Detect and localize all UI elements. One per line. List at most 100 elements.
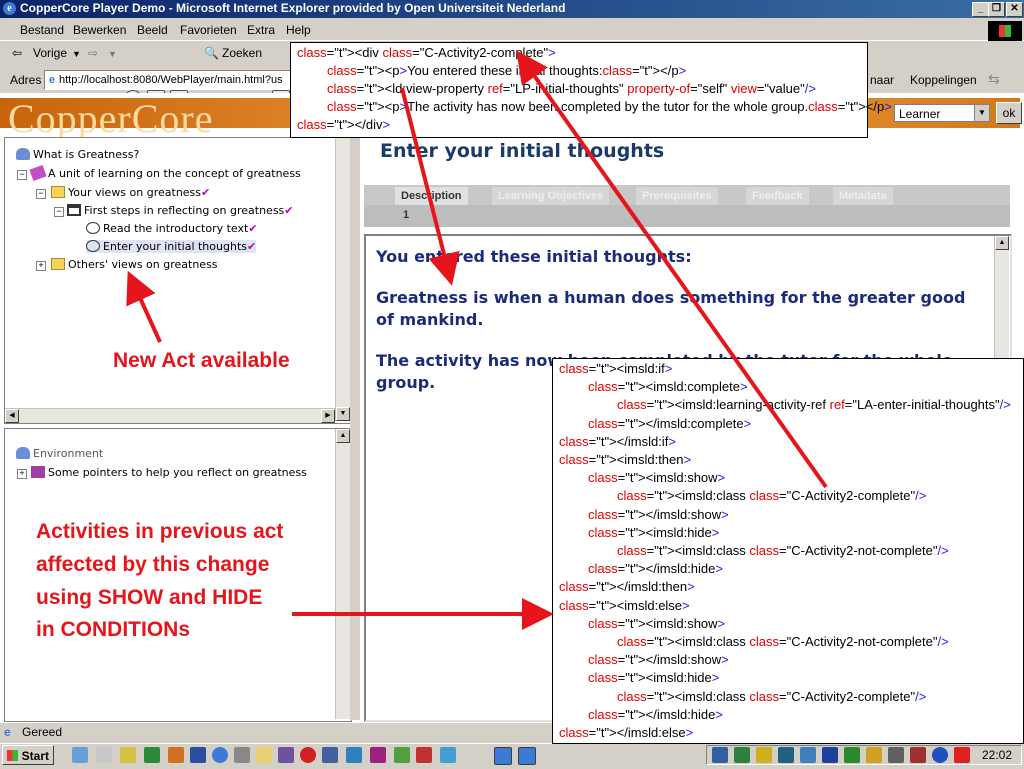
tree-item-unit[interactable]: A unit of learning on the concept of gre… — [29, 164, 301, 182]
tab-prerequisites[interactable]: Prerequisites — [636, 187, 718, 205]
tray-language-icon[interactable] — [844, 747, 860, 763]
back-arrow-icon[interactable]: ⇦ — [12, 46, 22, 60]
quicklaunch-app-icon[interactable] — [120, 747, 136, 763]
quicklaunch-app8-icon[interactable] — [440, 747, 456, 763]
forward-button-icon[interactable]: ⇨ — [88, 46, 98, 60]
quicklaunch-excel-icon[interactable] — [144, 747, 160, 763]
tree-item-act2[interactable]: Others' views on greatness — [51, 258, 218, 271]
links-expand-icon[interactable]: ⇆ — [988, 71, 1000, 88]
quicklaunch-app6-icon[interactable] — [394, 747, 410, 763]
code-line: class="t"></imsld:hide> — [588, 561, 723, 577]
menu-extra[interactable]: Extra — [247, 23, 275, 37]
tab-description[interactable]: Description — [395, 187, 468, 205]
activity-tree-panel: ▼ ◀ ▶ — [4, 137, 352, 424]
task-ie-window2-icon[interactable] — [518, 747, 536, 765]
tree-item-root[interactable]: What is Greatness? — [16, 148, 139, 161]
tab-learning-objectives[interactable]: Learning Objectives — [492, 187, 610, 205]
tree-item-read-text[interactable]: Read the introductory text✔ — [86, 222, 258, 235]
search-icon[interactable]: 🔍 — [204, 46, 219, 60]
environment-item-label: Some pointers to help you reflect on gre… — [48, 466, 307, 479]
annotation-new-act: New Act available — [113, 349, 290, 372]
tray-app6-icon[interactable] — [910, 747, 926, 763]
tray-app7-icon[interactable] — [932, 747, 948, 763]
tray-app-icon[interactable] — [734, 747, 750, 763]
back-dropdown-icon[interactable]: ▼ — [72, 49, 81, 59]
tray-app2-icon[interactable] — [800, 747, 816, 763]
tray-app5-icon[interactable] — [888, 747, 904, 763]
unit-of-learning-icon — [29, 164, 47, 182]
quicklaunch-app5-icon[interactable] — [370, 747, 386, 763]
scroll-left-icon[interactable]: ◀ — [5, 409, 19, 423]
expand-icon[interactable]: + — [36, 261, 46, 271]
tray-app8-icon[interactable] — [954, 747, 970, 763]
menu-help[interactable]: Help — [286, 23, 311, 37]
code-line: class="t"></imsld:complete> — [588, 415, 752, 431]
chevron-down-icon[interactable]: ▼ — [974, 105, 989, 121]
quicklaunch-app4-icon[interactable] — [346, 747, 362, 763]
quicklaunch-notepad-icon[interactable] — [96, 747, 112, 763]
collapse-icon[interactable]: − — [17, 170, 27, 180]
quicklaunch-app2-icon[interactable] — [278, 747, 294, 763]
quicklaunch-word-icon[interactable] — [190, 747, 206, 763]
expand-icon[interactable]: + — [17, 469, 27, 479]
menu-bewerken[interactable]: Bewerken — [73, 23, 126, 37]
tray-volume-icon[interactable] — [756, 747, 772, 763]
tab-metadata[interactable]: Metadata — [833, 187, 893, 205]
ok-button[interactable]: ok — [996, 102, 1022, 124]
completed-check-icon: ✔ — [201, 186, 211, 199]
links-button[interactable]: Koppelingen — [910, 73, 977, 87]
environment-title-label: Environment — [33, 447, 104, 460]
collapse-icon[interactable]: − — [54, 207, 64, 217]
page-number[interactable]: 1 — [403, 209, 409, 221]
menu-bestand[interactable]: Bestand — [20, 23, 64, 37]
task-ie-window-icon[interactable] — [494, 747, 512, 765]
scroll-up-icon[interactable]: ▲ — [995, 236, 1009, 250]
scroll-down-icon[interactable]: ▼ — [336, 407, 350, 421]
tree-item-activity-structure[interactable]: First steps in reflecting on greatness✔ — [67, 204, 294, 217]
frame-splitter[interactable] — [350, 137, 360, 720]
menu-favorieten[interactable]: Favorieten — [180, 23, 237, 37]
tree-item-enter-thoughts[interactable]: Enter your initial thoughts✔ — [86, 240, 257, 253]
environment-vertical-scrollbar[interactable]: ▲ — [335, 429, 350, 719]
role-select[interactable]: Learner ▼ — [894, 104, 990, 122]
forward-dropdown-icon[interactable]: ▼ — [108, 49, 117, 59]
collapse-icon[interactable]: − — [36, 189, 46, 199]
environment-item[interactable]: Some pointers to help you reflect on gre… — [31, 466, 307, 479]
code-line: class="t"></imsld:hide> — [588, 706, 723, 722]
scroll-up-icon[interactable]: ▲ — [336, 429, 350, 443]
tree-horizontal-scrollbar[interactable]: ◀ ▶ — [5, 408, 335, 423]
quicklaunch-search-icon[interactable] — [256, 747, 272, 763]
go-button[interactable]: naar — [870, 73, 894, 87]
quicklaunch-app7-icon[interactable] — [416, 747, 432, 763]
quicklaunch-powerpoint-icon[interactable] — [168, 747, 184, 763]
menu-beeld[interactable]: Beeld — [137, 23, 168, 37]
quicklaunch-app3-icon[interactable] — [322, 747, 338, 763]
environment-book-icon — [31, 466, 45, 478]
tray-app4-icon[interactable] — [866, 747, 882, 763]
restore-button[interactable]: ❐ — [988, 2, 1005, 17]
start-label: Start — [21, 749, 49, 763]
close-window-button[interactable]: ✕ — [1006, 2, 1023, 17]
start-button[interactable]: Start — [2, 745, 54, 765]
quicklaunch-tools-icon[interactable] — [234, 747, 250, 763]
tab-feedback[interactable]: Feedback — [746, 187, 809, 205]
back-button[interactable]: Vorige — [33, 46, 67, 60]
code-line: class="t"><imsld:learning-activity-ref r… — [617, 397, 1011, 413]
code-line: class="t"><imsld:if> — [559, 361, 673, 376]
tree-vertical-scrollbar[interactable]: ▼ — [335, 138, 350, 421]
scroll-right-icon[interactable]: ▶ — [321, 409, 335, 423]
completed-check-icon: ✔ — [248, 222, 258, 235]
code-line: class="t"></imsld:show> — [588, 652, 729, 668]
quicklaunch-stop-icon[interactable] — [300, 747, 316, 763]
annotation-line: affected by this change — [36, 553, 270, 576]
tray-network-icon[interactable] — [712, 747, 728, 763]
tray-app3-icon[interactable] — [822, 747, 838, 763]
code-line: class="t"><imsld:hide> — [588, 524, 720, 540]
address-input[interactable]: e http://localhost:8080/WebPlayer/main.ht… — [44, 70, 296, 90]
quicklaunch-desktop-icon[interactable] — [72, 747, 88, 763]
minimize-button[interactable]: _ — [972, 2, 989, 17]
tray-monitor-icon[interactable] — [778, 747, 794, 763]
quicklaunch-ie-icon[interactable] — [212, 747, 228, 763]
search-button[interactable]: Zoeken — [222, 46, 262, 60]
tree-item-act1[interactable]: Your views on greatness✔ — [51, 186, 210, 199]
